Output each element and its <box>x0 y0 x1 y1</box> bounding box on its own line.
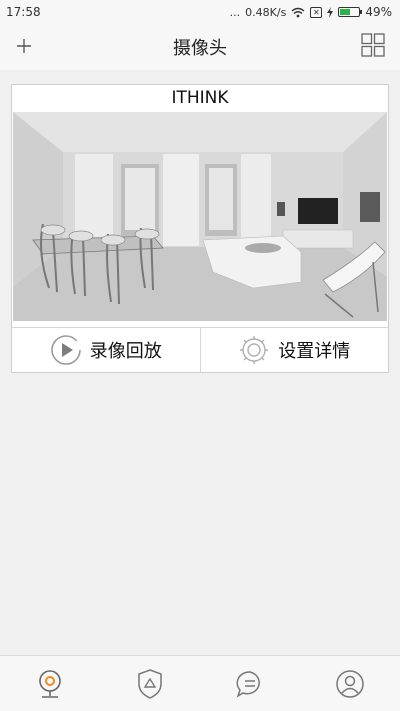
playback-label: 录像回放 <box>89 341 162 362</box>
plus-icon <box>17 39 31 53</box>
playback-button[interactable]: 录像回放 <box>12 328 200 372</box>
status-indicators: ... 0.48K/s ✕ 49% <box>230 5 392 19</box>
nav-messages[interactable] <box>230 664 270 704</box>
shield-icon <box>138 668 162 699</box>
network-speed: 0.48K/s <box>245 5 287 19</box>
status-bar: 17:58 ... 0.48K/s ✕ 49% <box>0 0 400 24</box>
page-title: 摄像头 <box>173 38 227 59</box>
settings-button[interactable]: 设置详情 <box>199 328 389 372</box>
grid-icon <box>361 33 385 57</box>
bottom-nav <box>0 655 400 711</box>
play-icon <box>50 335 81 365</box>
app-header: 摄像头 <box>0 24 400 70</box>
nav-profile[interactable] <box>330 664 370 704</box>
nav-camera[interactable] <box>30 664 70 704</box>
camera-name: ITHINK <box>171 88 229 108</box>
settings-label: 设置详情 <box>278 341 351 362</box>
status-signal-dots: ... <box>229 5 241 19</box>
charging-icon <box>327 6 334 18</box>
camera-card: ITHINK 录像回放 设置详情 <box>11 84 389 373</box>
nav-security[interactable] <box>130 664 170 704</box>
battery-icon <box>338 7 363 17</box>
profile-icon <box>336 669 364 698</box>
camera-preview[interactable] <box>13 112 387 321</box>
status-time: 17:58 <box>6 5 41 19</box>
gear-icon <box>240 336 269 364</box>
add-camera-button[interactable] <box>10 32 38 60</box>
wifi-icon <box>291 7 305 17</box>
layout-toggle-button[interactable] <box>360 32 386 58</box>
battery-percent: 49% <box>365 5 392 19</box>
camera-actions: 录像回放 设置详情 <box>12 327 388 372</box>
sim-icon: ✕ <box>310 6 323 18</box>
message-icon <box>236 670 260 698</box>
camera-icon <box>39 669 61 698</box>
camera-snapshot-image <box>13 112 387 321</box>
